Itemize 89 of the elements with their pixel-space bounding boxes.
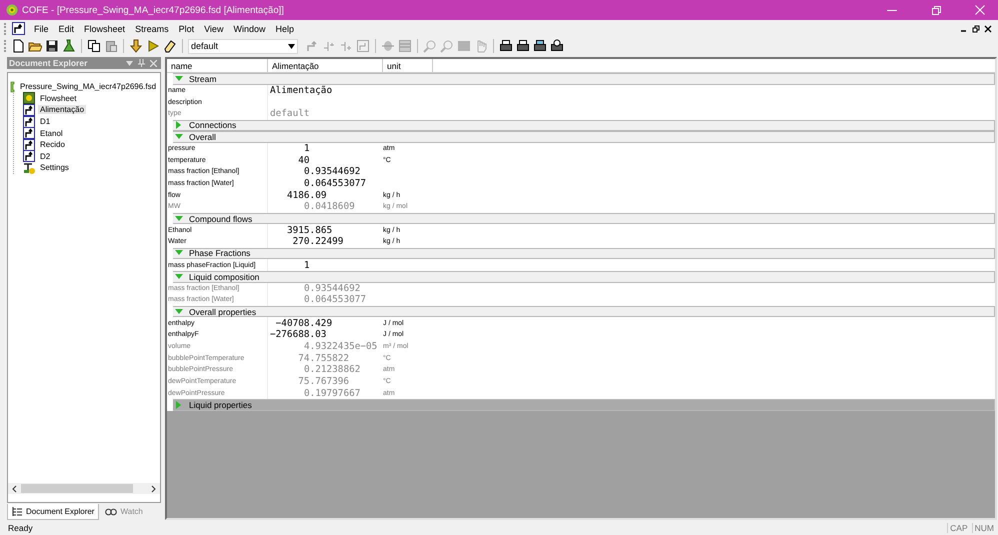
flowsheet-icon [23, 92, 35, 104]
window-title: COFE - [Pressure_Swing_MA_iecr47p2696.fsd [Alimentação]] [22, 4, 284, 16]
close-icon[interactable] [984, 24, 992, 32]
property-value: 0.0418609 [302, 201, 355, 212]
new-file-icon[interactable] [11, 39, 25, 53]
section-title: Liquid composition [189, 272, 260, 282]
print-icon[interactable] [533, 39, 547, 53]
property-value[interactable]: −276688.03 [270, 329, 326, 340]
property-value[interactable]: 270.22499 [270, 236, 344, 248]
menu-item[interactable]: Help [270, 22, 299, 34]
menu-item[interactable]: File [29, 22, 54, 34]
save-icon[interactable] [45, 39, 59, 53]
property-value[interactable]: 1 [270, 143, 310, 154]
app-logo-icon [6, 4, 18, 16]
property-value[interactable]: 1 [270, 260, 310, 271]
property-value: 0.93544692 [302, 282, 360, 294]
status-indicator: CAP [947, 522, 970, 532]
property-value[interactable]: 0.93544692 [270, 166, 360, 178]
scroll-left-icon[interactable] [11, 484, 19, 492]
property-value: 0.19797667 [302, 388, 360, 399]
section-title: Phase Fractions [189, 248, 250, 258]
pin-icon[interactable] [138, 59, 145, 67]
eraser-icon[interactable] [163, 39, 177, 53]
property-value: 4.9322435e−05 [302, 341, 378, 352]
column-header[interactable]: Alimentação [268, 59, 383, 72]
menu-item[interactable]: Edit [54, 22, 80, 34]
property-value: 74.755822 [297, 352, 350, 364]
tree-item[interactable]: Flowsheet [38, 94, 78, 103]
section-header[interactable]: Compound flows [173, 212, 995, 224]
import-icon[interactable] [129, 39, 143, 53]
flask-icon[interactable] [62, 39, 76, 53]
section-header[interactable]: Phase Fractions [173, 248, 995, 260]
property-value: 75.767396 [297, 376, 350, 387]
property-value[interactable]: 3915.865 [270, 224, 332, 236]
menu-item[interactable]: View [199, 22, 228, 34]
tree-item[interactable]: D2 [38, 152, 52, 161]
section-title: Overall [189, 132, 216, 142]
property-value[interactable]: Alimentação [270, 84, 332, 96]
menu-item[interactable]: Flowsheet [79, 22, 130, 34]
flowsheet-combo[interactable]: default [188, 38, 298, 54]
property-value: default [270, 108, 310, 120]
tree-item[interactable]: Settings [38, 163, 71, 172]
section-title: Connections [189, 120, 236, 130]
section-title: Compound flows [189, 214, 252, 224]
copy-icon[interactable] [87, 39, 101, 53]
print-icon[interactable] [516, 39, 530, 53]
tree-item[interactable]: Recido [38, 140, 67, 150]
section-header[interactable]: Liquid composition [173, 270, 995, 283]
tree-item[interactable]: Pressure_Swing_MA_iecr47p2696.fsd [18, 82, 158, 92]
play-icon[interactable] [146, 39, 160, 53]
section-header[interactable]: Liquid properties [173, 398, 995, 411]
settings-icon [23, 162, 35, 174]
section-header[interactable]: Overall properties [173, 306, 995, 318]
scroll-right-icon[interactable] [149, 484, 157, 492]
dropdown-arrow-icon[interactable] [288, 44, 295, 48]
scrollbar-thumb[interactable] [21, 484, 133, 493]
section-title: Stream [189, 74, 216, 84]
table-icon[interactable] [398, 39, 412, 53]
menu-item[interactable]: Plot [174, 22, 200, 34]
property-value[interactable]: −40708.429 [270, 318, 332, 329]
property-value: 0.064553077 [302, 294, 366, 306]
tree-item[interactable]: Alimentação [38, 105, 86, 114]
section-title: Liquid properties [189, 400, 252, 410]
property-value: 0.21238862 [302, 364, 360, 376]
glasses-icon [105, 506, 118, 516]
section-title: Overall properties [189, 306, 256, 317]
menu-item[interactable]: Window [228, 22, 270, 34]
panel-tab[interactable]: Document Explorer [7, 504, 100, 520]
panel-title: Document Explorer [9, 58, 88, 68]
property-value[interactable]: 4186.09 [270, 190, 326, 201]
restore-icon[interactable] [972, 24, 980, 32]
property-value[interactable]: 40 [270, 154, 310, 166]
tree-item[interactable]: D1 [38, 117, 52, 126]
property-value[interactable]: 0.064553077 [270, 178, 366, 190]
menu-item[interactable]: Streams [130, 22, 174, 34]
print-preview-icon[interactable] [550, 39, 564, 53]
section-header[interactable]: Overall [173, 131, 995, 143]
tree-icon [12, 506, 23, 516]
section-header[interactable]: Stream [173, 73, 995, 85]
column-header[interactable]: unit [383, 59, 433, 72]
section-header[interactable]: Connections [173, 120, 995, 132]
document-icon [12, 22, 25, 35]
tree-item[interactable]: Etanol [38, 128, 65, 138]
print-icon[interactable] [499, 39, 513, 53]
bracket-icon [10, 80, 15, 93]
status-message: Ready [8, 522, 33, 532]
horizontal-scrollbar[interactable] [8, 483, 160, 494]
column-header[interactable]: name [167, 59, 268, 72]
status-indicator: NUM [972, 522, 996, 532]
